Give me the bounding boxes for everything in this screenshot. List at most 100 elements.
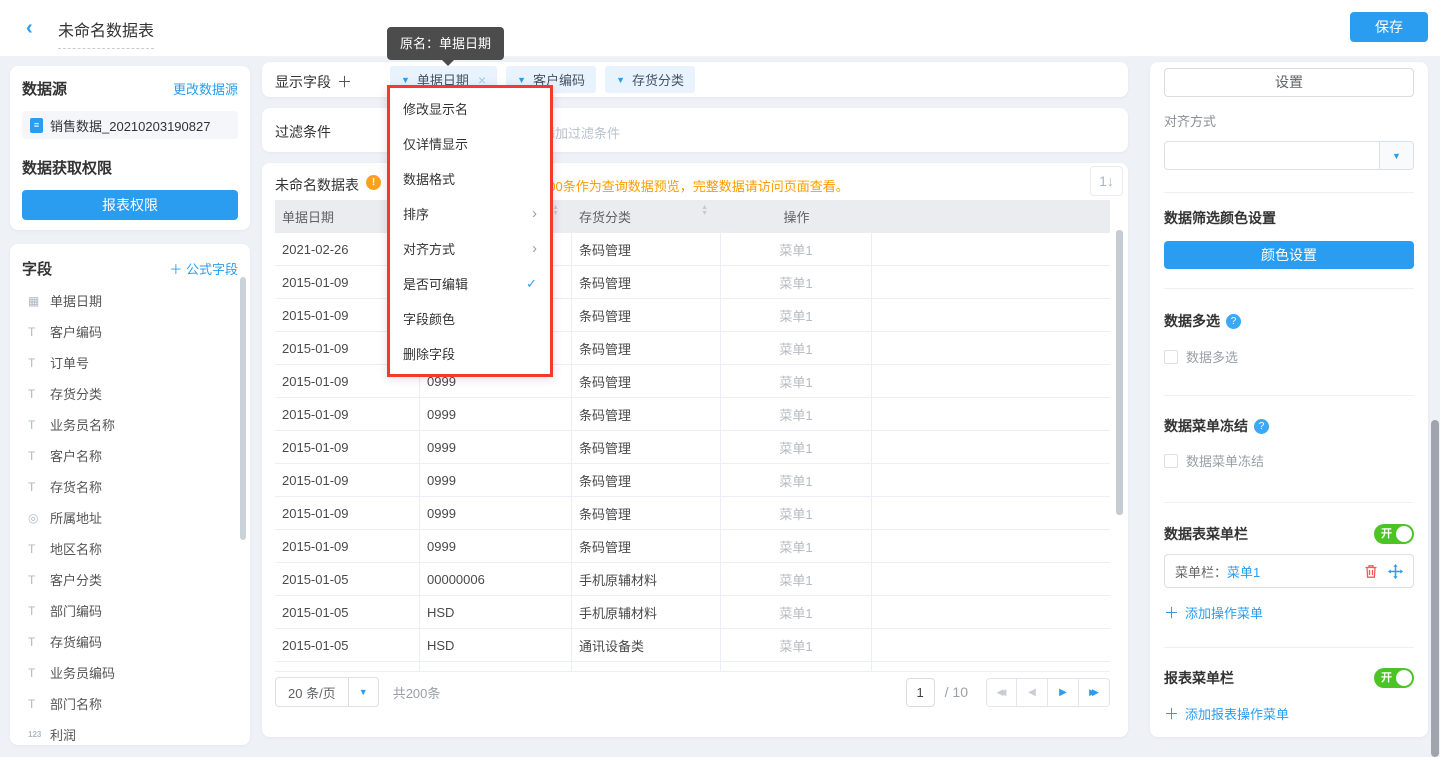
table-menu-toggle[interactable]: 开 [1374,524,1414,544]
prev-page-button[interactable]: ◀ [1017,678,1048,707]
multi-select-checkbox[interactable]: 数据多选 [1164,347,1414,366]
row-action-button[interactable]: 菜单1 [779,405,812,424]
field-item[interactable]: T客户分类 [22,564,238,595]
field-item[interactable]: T客户编码 [22,316,238,347]
align-select[interactable]: ▼ [1164,141,1414,170]
add-action-menu-link[interactable]: ＋ 添加操作菜单 [1164,602,1414,623]
table-cell: 0999 [420,431,572,463]
table-cell: 0999 [420,464,572,496]
sort-icon[interactable]: ▲▼ [552,205,559,217]
color-settings-button[interactable]: 颜色设置 [1164,241,1414,269]
move-icon[interactable] [1388,564,1403,579]
table-cell [872,497,1110,529]
row-action-button[interactable]: 菜单1 [779,306,812,325]
row-action-button[interactable]: 菜单1 [779,471,812,490]
field-item[interactable]: T存货编码 [22,626,238,657]
table-row: 2015-01-090999条码管理菜单1 [275,464,1110,497]
field-item-label: 业务员名称 [50,415,115,434]
page-size-select[interactable]: 20 条/页 ▼ [275,677,379,707]
chevron-down-icon[interactable]: ▼ [616,75,625,85]
row-action-button[interactable]: 菜单1 [779,570,812,589]
table-cell: 菜单1 [721,332,872,364]
table-scrollbar[interactable] [1116,230,1123,515]
table-cell: 条码管理 [572,398,721,430]
row-action-button[interactable]: 菜单1 [779,339,812,358]
menu-item-修改显示名[interactable]: 修改显示名 [390,91,550,126]
menu-item-字段颜色[interactable]: 字段颜色 [390,301,550,336]
back-button[interactable]: ‹ [26,16,33,40]
report-menu-toggle[interactable]: 开 [1374,668,1414,688]
next-page-button[interactable]: ▶ [1048,678,1079,707]
filter-placeholder[interactable]: 添加过滤条件 [542,123,620,142]
row-action-button[interactable]: 菜单1 [779,372,812,391]
current-page-input[interactable]: 1 [906,678,935,707]
row-action-button[interactable]: 菜单1 [779,636,812,655]
menu-item-删除字段[interactable]: 删除字段 [390,336,550,371]
field-item[interactable]: T存货名称 [22,471,238,502]
menu-item-对齐方式[interactable]: 对齐方式› [390,231,550,266]
table-cell [872,398,1110,430]
help-icon[interactable]: ? [1226,314,1241,329]
sort-icon[interactable]: ▲▼ [701,205,708,217]
table-cell: 条码管理 [572,299,721,331]
row-action-button[interactable]: 菜单1 [779,603,812,622]
filter-color-title: 数据筛选颜色设置 [1164,208,1414,228]
field-item[interactable]: T存货分类 [22,378,238,409]
add-display-field-button[interactable]: ＋ [337,74,352,91]
row-action-button[interactable]: 菜单1 [779,438,812,457]
row-action-button[interactable]: 菜单1 [779,240,812,259]
menu-item-仅详情显示[interactable]: 仅详情显示 [390,126,550,161]
delete-icon[interactable] [1364,564,1378,579]
field-item-label: 存货名称 [50,477,102,496]
menu-item-label: 字段颜色 [403,309,455,328]
text-icon: T [28,418,50,432]
add-formula-field-link[interactable]: ＋ 公式字段 [169,259,238,278]
report-permission-button[interactable]: 报表权限 [22,190,238,220]
table-row: 2015-01-05HSD通讯设备类菜单1 [275,662,1110,672]
row-action-button[interactable]: 菜单1 [779,537,812,556]
last-page-button[interactable]: ▶▶ [1079,678,1110,707]
chevron-down-icon[interactable]: ▼ [401,75,410,85]
field-item[interactable]: T业务员编码 [22,657,238,688]
display-field-chip[interactable]: ▼ 存货分类 [605,66,695,93]
freeze-checkbox[interactable]: 数据菜单冻结 [1164,451,1414,470]
row-action-button[interactable]: 菜单1 [779,504,812,523]
add-report-menu-link[interactable]: ＋ 添加报表操作菜单 [1164,703,1414,724]
chevron-down-icon[interactable]: ▼ [517,75,526,85]
calendar-icon: ▦ [28,294,50,308]
text-icon: T [28,480,50,494]
datasource-file[interactable]: ≡ 销售数据_20210203190827 [22,111,238,139]
sort-tool-button[interactable]: 1↓ [1090,166,1123,196]
table-cell [872,332,1110,364]
menu-item-name[interactable]: 菜单1 [1227,562,1260,581]
first-page-button[interactable]: ◀◀ [986,678,1017,707]
field-item[interactable]: T业务员名称 [22,409,238,440]
text-icon: T [28,542,50,556]
field-item[interactable]: T部门编码 [22,595,238,626]
plus-icon: ＋ [1164,602,1179,623]
field-dropdown-menu: 修改显示名仅详情显示数据格式排序›对齐方式›是否可编辑✓ 字段颜色删除字段 [387,85,553,377]
field-item[interactable]: T地区名称 [22,533,238,564]
page-scrollbar[interactable] [1431,420,1439,757]
table-cell: 2015-01-09 [275,497,420,529]
help-icon[interactable]: ? [1254,419,1269,434]
menu-item-数据格式[interactable]: 数据格式 [390,161,550,196]
field-item[interactable]: 123利润 [22,719,238,745]
save-button[interactable]: 保存 [1350,12,1428,42]
change-datasource-link[interactable]: 更改数据源 [173,79,238,98]
field-item-label: 利润 [50,725,76,744]
column-header[interactable]: 存货分类▲▼ [572,200,721,233]
row-action-button[interactable]: 菜单1 [779,273,812,292]
field-item[interactable]: T客户名称 [22,440,238,471]
fields-scrollbar[interactable] [240,277,246,540]
field-item[interactable]: T订单号 [22,347,238,378]
field-item[interactable]: T部门名称 [22,688,238,719]
table-cell [872,530,1110,562]
chip-label: 存货分类 [632,70,684,89]
menu-item-是否可编辑[interactable]: 是否可编辑✓ [390,266,550,301]
field-item[interactable]: ◎所属地址 [22,502,238,533]
table-cell: 菜单1 [721,365,872,397]
menu-item-排序[interactable]: 排序› [390,196,550,231]
field-item[interactable]: ▦单据日期 [22,285,238,316]
settings-button[interactable]: 设置 [1164,68,1414,97]
